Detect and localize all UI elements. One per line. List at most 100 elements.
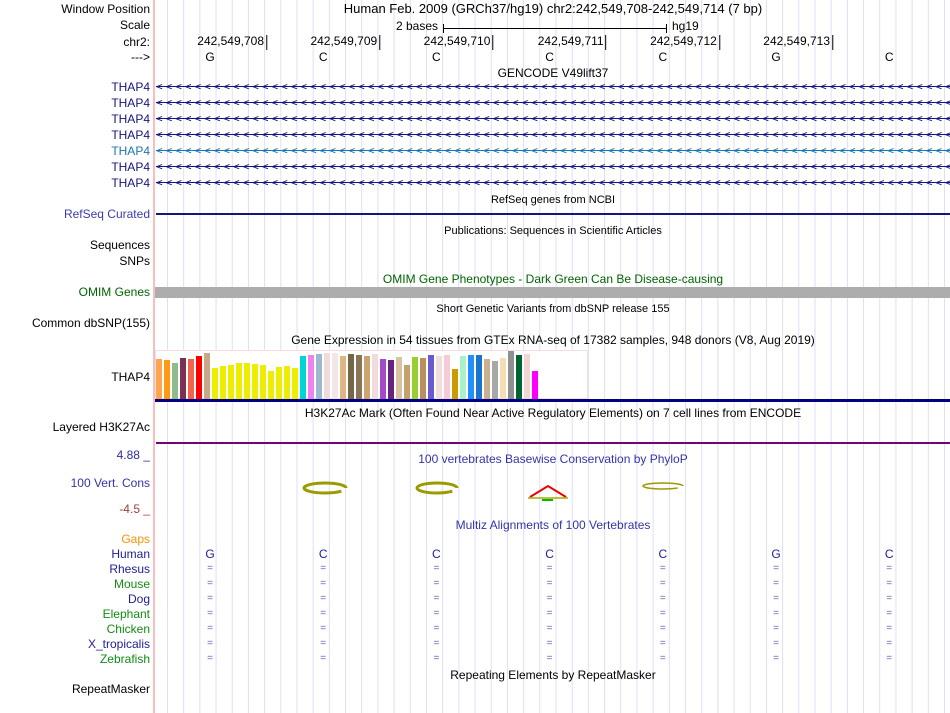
gtex-tissue-bar[interactable] (196, 356, 202, 399)
alignment-identity-mark: = (773, 593, 779, 604)
gtex-tissue-bar[interactable] (260, 365, 266, 399)
h3k27ac-track-title: H3K27Ac Mark (Often Found Near Active Re… (304, 406, 802, 420)
multiz-gaps-label[interactable]: Gaps (0, 532, 150, 546)
snps-label[interactable]: SNPs (0, 254, 150, 268)
alignment-identity-mark: = (773, 563, 779, 574)
gtex-tissue-bar[interactable] (420, 358, 426, 399)
phylop-track-label[interactable]: 100 Vert. Cons (0, 476, 150, 490)
gtex-tissue-bar[interactable] (436, 356, 442, 399)
transcript-label[interactable]: THAP4 (0, 176, 150, 190)
gtex-tissue-bar[interactable] (492, 361, 498, 399)
gtex-tissue-bar[interactable] (180, 358, 186, 399)
gtex-tissue-bar[interactable] (412, 357, 418, 399)
gtex-tissue-bar[interactable] (188, 359, 194, 399)
gtex-tissue-bar[interactable] (444, 355, 450, 399)
species-label-rhesus[interactable]: Rhesus (0, 562, 150, 576)
omim-gene-bar[interactable] (155, 287, 950, 298)
gtex-tissue-bar[interactable] (508, 351, 514, 399)
gtex-tissue-bar[interactable] (524, 354, 530, 399)
transcript-label[interactable]: THAP4 (0, 160, 150, 174)
gtex-tissue-bar[interactable] (380, 359, 386, 399)
transcript-exon-line[interactable]: <<<<<<<<<<<<<<<<<<<<<<<<<<<<<<<<<<<<<<<<… (156, 159, 950, 175)
refseq-curated-item[interactable] (156, 213, 950, 215)
transcript-label[interactable]: THAP4 (0, 128, 150, 142)
gtex-tissue-bar[interactable] (172, 363, 178, 399)
gtex-tissue-bar[interactable] (428, 355, 434, 399)
gtex-tissue-bar[interactable] (372, 354, 378, 399)
gtex-tissue-bar[interactable] (500, 358, 506, 399)
sequences-label[interactable]: Sequences (0, 238, 150, 252)
gtex-tissue-bar[interactable] (204, 353, 210, 399)
gtex-tissue-bar[interactable] (460, 356, 466, 399)
transcript-label[interactable]: THAP4 (0, 144, 150, 158)
species-label-mouse[interactable]: Mouse (0, 577, 150, 591)
transcript-exon-line[interactable]: <<<<<<<<<<<<<<<<<<<<<<<<<<<<<<<<<<<<<<<<… (156, 175, 950, 191)
transcript-exon-line[interactable]: <<<<<<<<<<<<<<<<<<<<<<<<<<<<<<<<<<<<<<<<… (156, 143, 950, 159)
aligned-base: C (432, 547, 441, 561)
repeatmasker-label[interactable]: RepeatMasker (0, 682, 150, 696)
refseq-curated-label[interactable]: RefSeq Curated (0, 207, 150, 221)
gtex-gene-label[interactable]: THAP4 (0, 370, 150, 384)
gtex-tissue-bar[interactable] (220, 366, 226, 399)
omim-genes-label[interactable]: OMIM Genes (0, 285, 150, 299)
transcript-label[interactable]: THAP4 (0, 96, 150, 110)
alignment-identity-mark: = (886, 608, 893, 619)
gtex-tissue-bar[interactable] (228, 365, 234, 399)
gtex-tissue-bar[interactable] (364, 356, 370, 399)
alignment-identity-mark: = (659, 653, 666, 664)
gtex-tissue-bar[interactable] (292, 368, 298, 399)
gtex-tissue-bar[interactable] (324, 353, 330, 399)
gtex-tissue-bar[interactable] (340, 356, 346, 399)
species-label-chicken[interactable]: Chicken (0, 622, 150, 636)
aligned-base: C (318, 547, 328, 561)
gtex-tissue-bar[interactable] (268, 371, 274, 399)
gtex-tissue-bar[interactable] (476, 355, 482, 399)
gtex-tissue-bar[interactable] (356, 355, 362, 399)
alignment-identity-mark: = (659, 578, 666, 589)
common-dbsnp-label[interactable]: Common dbSNP(155) (0, 316, 150, 330)
gtex-tissue-bar[interactable] (332, 353, 338, 399)
gtex-tissue-bar[interactable] (404, 365, 410, 399)
species-label-elephant[interactable]: Elephant (0, 607, 150, 621)
gtex-tissue-bar[interactable] (452, 369, 458, 399)
transcript-exon-line[interactable]: <<<<<<<<<<<<<<<<<<<<<<<<<<<<<<<<<<<<<<<<… (156, 127, 950, 143)
transcript-exon-line[interactable]: <<<<<<<<<<<<<<<<<<<<<<<<<<<<<<<<<<<<<<<<… (156, 111, 950, 127)
gtex-tissue-bar[interactable] (308, 355, 314, 399)
gtex-tissue-bar[interactable] (252, 364, 258, 399)
species-label-human[interactable]: Human (0, 547, 150, 561)
gtex-tissue-bar[interactable] (236, 363, 242, 399)
alignment-identity-mark: = (546, 578, 553, 589)
transcript-label[interactable]: THAP4 (0, 112, 150, 126)
gtex-tissue-bar[interactable] (516, 355, 522, 399)
gtex-tissue-bar[interactable] (212, 368, 218, 399)
transcript-label[interactable]: THAP4 (0, 80, 150, 94)
multiz-track-title: Multiz Alignments of 100 Vertebrates (455, 518, 651, 532)
h3k27ac-signal-line[interactable] (156, 442, 950, 444)
gtex-expression-bars[interactable] (156, 350, 556, 399)
refseq-track-title: RefSeq genes from NCBI (490, 194, 616, 206)
species-label-dog[interactable]: Dog (0, 592, 150, 606)
gtex-tissue-bar[interactable] (284, 366, 290, 399)
transcript-exon-line[interactable]: <<<<<<<<<<<<<<<<<<<<<<<<<<<<<<<<<<<<<<<<… (156, 95, 950, 111)
gtex-tissue-bar[interactable] (316, 354, 322, 399)
gtex-tissue-bar[interactable] (484, 359, 490, 399)
gtex-tissue-bar[interactable] (276, 367, 282, 399)
layered-h3k27ac-label[interactable]: Layered H3K27Ac (0, 420, 150, 434)
gtex-tissue-bar[interactable] (164, 360, 170, 399)
alignment-identity-mark: = (433, 623, 440, 634)
gtex-tissue-bar[interactable] (244, 363, 250, 399)
species-label-zebrafish[interactable]: Zebrafish (0, 652, 150, 666)
gtex-tissue-bar[interactable] (532, 371, 538, 399)
gtex-tissue-bar[interactable] (300, 356, 306, 399)
gtex-tissue-bar[interactable] (396, 357, 402, 399)
alignment-identity-mark: = (886, 638, 893, 649)
gtex-tissue-bar[interactable] (348, 354, 354, 399)
alignment-identity-mark: = (207, 578, 213, 589)
gtex-tissue-bar[interactable] (468, 355, 474, 399)
gtex-tissue-bar[interactable] (388, 360, 394, 399)
transcript-exon-line[interactable]: <<<<<<<<<<<<<<<<<<<<<<<<<<<<<<<<<<<<<<<<… (156, 79, 950, 95)
gtex-tissue-bar[interactable] (156, 359, 162, 399)
reference-base: C (545, 50, 554, 64)
coordinate-tick: 242,549,711 (538, 35, 607, 50)
species-label-x_tropicalis[interactable]: X_tropicalis (0, 637, 150, 651)
